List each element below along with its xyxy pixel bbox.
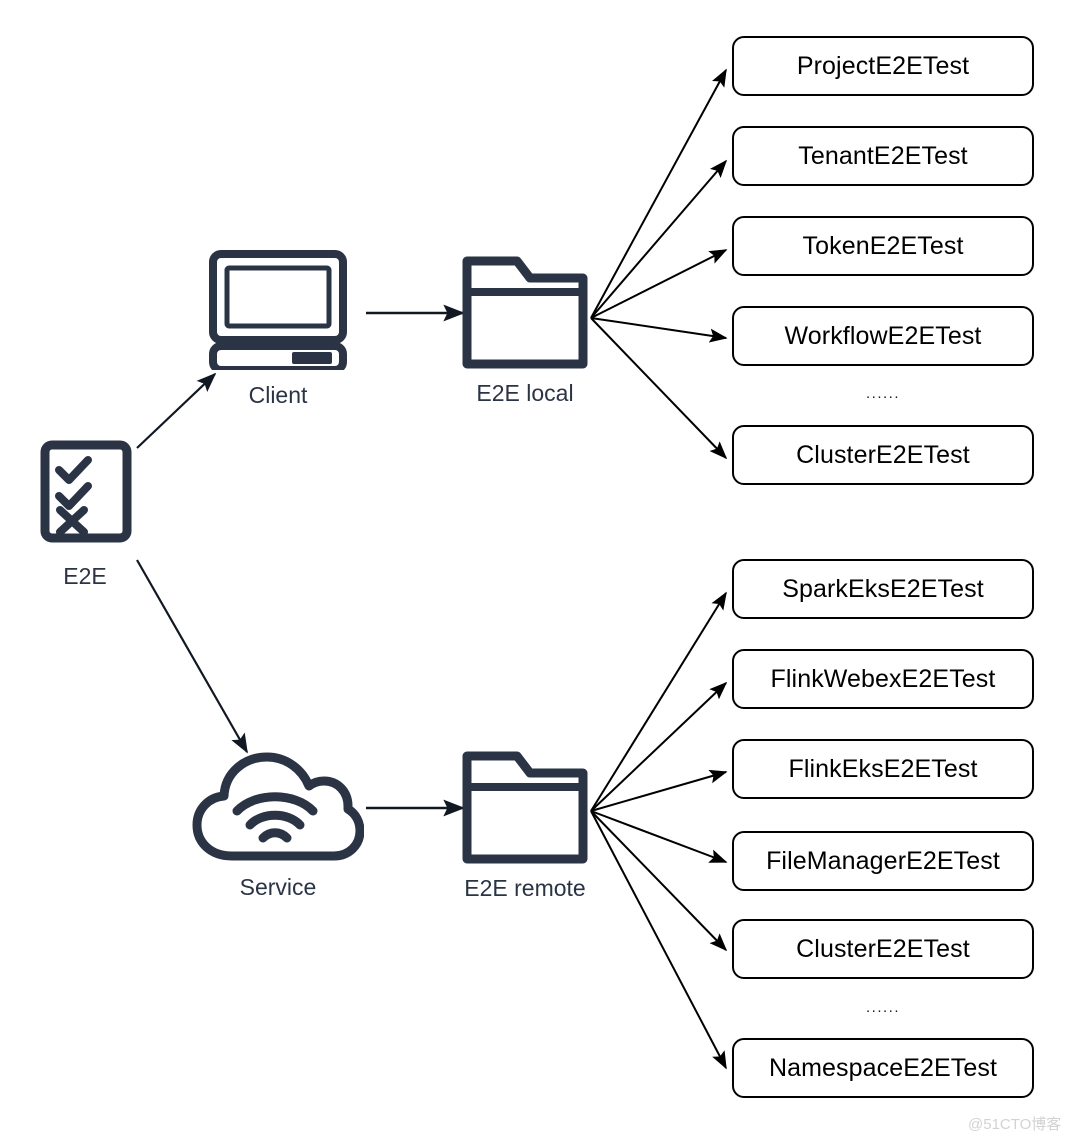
ellipsis-remote: ...... <box>865 999 900 1016</box>
leaf-box-cluster-e2e-test-remote[interactable]: ClusterE2ETest <box>732 919 1034 979</box>
leaf-box-flink-webex-e2e-test[interactable]: FlinkWebexE2ETest <box>732 649 1034 709</box>
connector-local-to-leaf-1 <box>590 68 727 319</box>
connector-remote-to-leaf-4 <box>590 810 728 863</box>
leaf-box-workflow-e2e-test[interactable]: WorkflowE2ETest <box>732 306 1034 366</box>
folder-icon <box>462 751 588 864</box>
leaf-box-spark-eks-e2e-test[interactable]: SparkEksE2ETest <box>732 559 1034 619</box>
leaf-box-project-e2e-test[interactable]: ProjectE2ETest <box>732 36 1034 96</box>
e2e-local-label: E2E local <box>476 380 574 406</box>
leaf-box-file-manager-e2e-test[interactable]: FileManagerE2ETest <box>732 831 1034 891</box>
e2e-remote-label: E2E remote <box>464 875 586 901</box>
service-label: Service <box>239 874 317 900</box>
connector-local-to-leaf-5 <box>590 317 728 460</box>
connector-local-to-leaf-4 <box>590 317 728 343</box>
checklist-icon <box>40 440 132 543</box>
leaf-box-namespace-e2e-test[interactable]: NamespaceE2ETest <box>732 1038 1034 1098</box>
watermark: @51CTO博客 <box>968 1116 1062 1133</box>
folder-icon <box>462 256 588 369</box>
leaf-box-tenant-e2e-test[interactable]: TenantE2ETest <box>732 126 1034 186</box>
leaf-box-cluster-e2e-test-local[interactable]: ClusterE2ETest <box>732 425 1034 485</box>
connector-local-to-leaf-3 <box>590 249 728 319</box>
connector-local-to-leaf-2 <box>590 159 728 319</box>
client-label: Client <box>248 382 308 408</box>
leaf-box-flink-eks-e2e-test[interactable]: FlinkEksE2ETest <box>732 739 1034 799</box>
connector-group-e2e-remote-fanout <box>590 591 728 1070</box>
cloud-wifi-icon <box>192 752 365 864</box>
diagram-canvas: E2E Client E2E local Service E2E remote … <box>0 0 1070 1142</box>
e2e-root-label: E2E <box>63 563 107 589</box>
ellipsis-local: ...... <box>865 385 900 402</box>
desktop-computer-icon <box>208 250 348 374</box>
connector-e2e-to-service <box>136 559 248 754</box>
leaf-box-token-e2e-test[interactable]: TokenE2ETest <box>732 216 1034 276</box>
connector-e2e-to-client <box>136 372 217 449</box>
connector-group-e2e-local-fanout <box>590 68 728 460</box>
connector-remote-to-leaf-6 <box>590 810 727 1070</box>
